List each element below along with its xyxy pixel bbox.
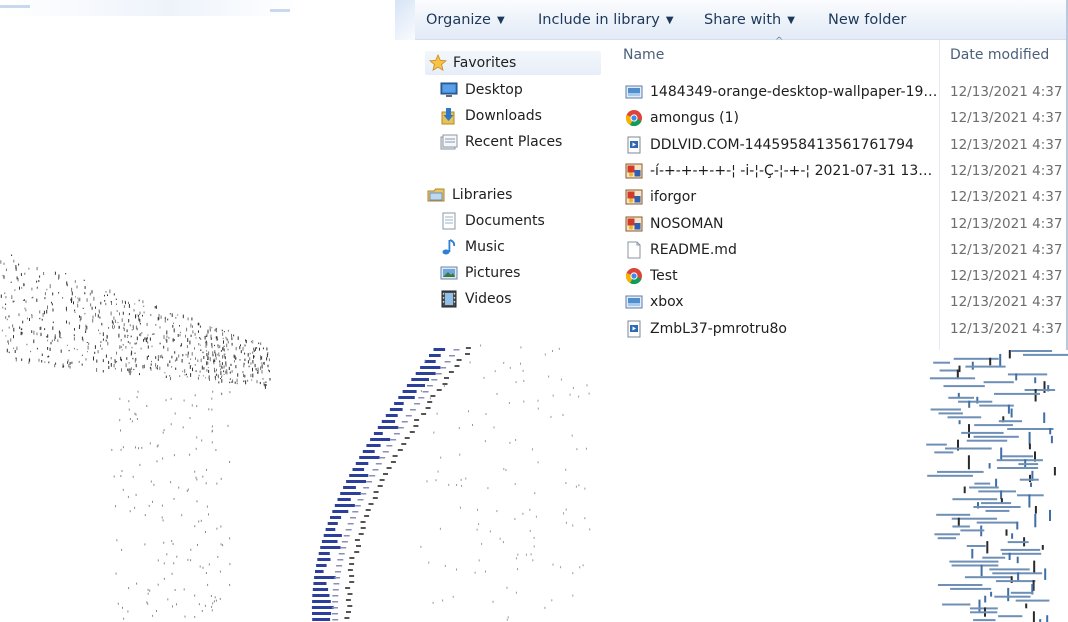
share-with-label: Share with [704, 12, 782, 28]
chevron-down-icon: ▼ [496, 15, 505, 26]
file-row[interactable]: DDLVID.COM-1445958413561761794 12/13/2021… [623, 132, 1068, 158]
nav-item-music[interactable]: Music [440, 235, 600, 259]
file-date-modified: 12/13/2021 4:37 P [950, 136, 1068, 153]
include-in-library-button[interactable]: Include in library ▼ [538, 10, 674, 32]
column-header-row: ^ Name Date modified [603, 36, 1068, 74]
nav-item-label: Pictures [465, 265, 521, 281]
file-date-modified: 12/13/2021 4:37 P [950, 110, 1068, 127]
nav-item-label: Videos [465, 291, 512, 307]
file-date-modified: 12/13/2021 4:37 P [950, 189, 1068, 206]
chrome-icon [625, 268, 642, 285]
new-folder-label: New folder [828, 12, 907, 28]
nav-item-label: Music [465, 239, 505, 255]
recent-places-icon [440, 134, 458, 150]
desktop-icon [440, 82, 458, 97]
file-name: xbox [650, 294, 684, 311]
document-icon [627, 241, 641, 259]
paint-icon [625, 216, 643, 231]
file-name: Test [650, 268, 678, 285]
navigation-pane: Favorites Desktop Downloads Recent Place… [415, 40, 603, 350]
sort-ascending-icon: ^ [775, 36, 784, 47]
file-name: NOSOMAN [650, 215, 724, 232]
paint-icon [625, 163, 643, 179]
file-date-modified: 12/13/2021 4:37 P [950, 84, 1068, 100]
file-date-modified: 12/13/2021 4:37 P [950, 241, 1068, 258]
file-row[interactable]: -í-+-+-+-+-¦ -i-¦-Ç-¦-+-¦ 2021-07-31 130… [623, 158, 1068, 184]
star-icon [429, 54, 447, 72]
nav-item-label: Desktop [465, 82, 523, 98]
nav-item-label: Recent Places [465, 134, 563, 150]
media-icon [627, 320, 641, 338]
file-name: -í-+-+-+-+-¦ -i-¦-Ç-¦-+-¦ 2021-07-31 130… [650, 162, 940, 179]
image-icon [625, 85, 643, 99]
music-icon [442, 239, 456, 255]
file-row[interactable]: xbox 12/13/2021 4:37 P [623, 289, 1068, 315]
file-row[interactable]: amongus (1) 12/13/2021 4:37 P [623, 105, 1068, 131]
organize-label: Organize [426, 12, 491, 28]
libraries-icon [427, 188, 445, 202]
media-icon [627, 136, 641, 154]
nav-item-recent-places[interactable]: Recent Places [440, 130, 600, 154]
nav-item-downloads[interactable]: Downloads [440, 104, 600, 128]
nav-item-pictures[interactable]: Pictures [440, 261, 600, 285]
file-name: README.md [650, 241, 737, 258]
chevron-down-icon: ▼ [787, 15, 795, 26]
new-folder-button[interactable]: New folder [828, 10, 906, 32]
file-date-modified: 12/13/2021 4:37 P [950, 320, 1068, 337]
nav-libraries-label: Libraries [452, 187, 513, 203]
file-row[interactable]: iforgor 12/13/2021 4:37 P [623, 184, 1068, 210]
column-header-name[interactable]: Name [623, 47, 664, 63]
file-row[interactable]: NOSOMAN 12/13/2021 4:37 P [623, 211, 1068, 237]
image-icon [625, 295, 643, 309]
pictures-icon [440, 266, 458, 280]
nav-item-documents[interactable]: Documents [440, 209, 600, 233]
file-name: ZmbL37-pmrotru8o [650, 320, 787, 337]
glitch-artifact-center [311, 344, 591, 621]
file-row[interactable]: 1484349-orange-desktop-wallpaper-1920...… [623, 79, 1068, 105]
file-date-modified: 12/13/2021 4:37 P [950, 215, 1068, 232]
explorer-toolbar: Organize ▼ Include in library ▼ Share with… [415, 0, 1068, 40]
glitch-artifact-right [926, 350, 1068, 622]
documents-icon [442, 212, 456, 230]
file-row[interactable]: README.md 12/13/2021 4:37 P [623, 237, 1068, 263]
nav-favorites[interactable]: Favorites [425, 51, 601, 75]
file-date-modified: 12/13/2021 4:37 P [950, 294, 1068, 311]
file-date-modified: 12/13/2021 4:37 P [950, 162, 1068, 179]
file-name: amongus (1) [650, 110, 739, 127]
nav-item-desktop[interactable]: Desktop [440, 78, 600, 102]
nav-item-label: Downloads [465, 108, 542, 124]
include-in-library-label: Include in library [538, 12, 660, 28]
downloads-icon [441, 108, 455, 125]
file-row[interactable]: Test 12/13/2021 4:37 P [623, 263, 1068, 289]
file-name: 1484349-orange-desktop-wallpaper-1920... [650, 84, 940, 100]
file-row[interactable]: ZmbL37-pmrotru8o 12/13/2021 4:37 P [623, 316, 1068, 342]
file-name: DDLVID.COM-1445958413561761794 [650, 136, 914, 153]
nav-item-label: Documents [465, 213, 545, 229]
chevron-down-icon: ▼ [665, 15, 674, 26]
nav-item-videos[interactable]: Videos [440, 287, 600, 311]
glitch-artifact-top [0, 0, 425, 40]
videos-icon [441, 290, 457, 308]
column-header-date-modified[interactable]: Date modified [950, 47, 1049, 63]
share-with-button[interactable]: Share with ▼ [704, 10, 795, 32]
file-list: ^ Name Date modified 1484349-orange-desk… [603, 36, 1068, 350]
nav-favorites-label: Favorites [453, 55, 517, 71]
chrome-icon [625, 110, 642, 127]
paint-icon [625, 189, 643, 205]
screenshot: Organize ▼ Include in library ▼ Share with… [0, 0, 1068, 622]
file-name: iforgor [650, 189, 697, 206]
organize-button[interactable]: Organize ▼ [426, 10, 505, 32]
file-date-modified: 12/13/2021 4:37 P [950, 268, 1068, 285]
nav-libraries[interactable]: Libraries [427, 183, 602, 207]
